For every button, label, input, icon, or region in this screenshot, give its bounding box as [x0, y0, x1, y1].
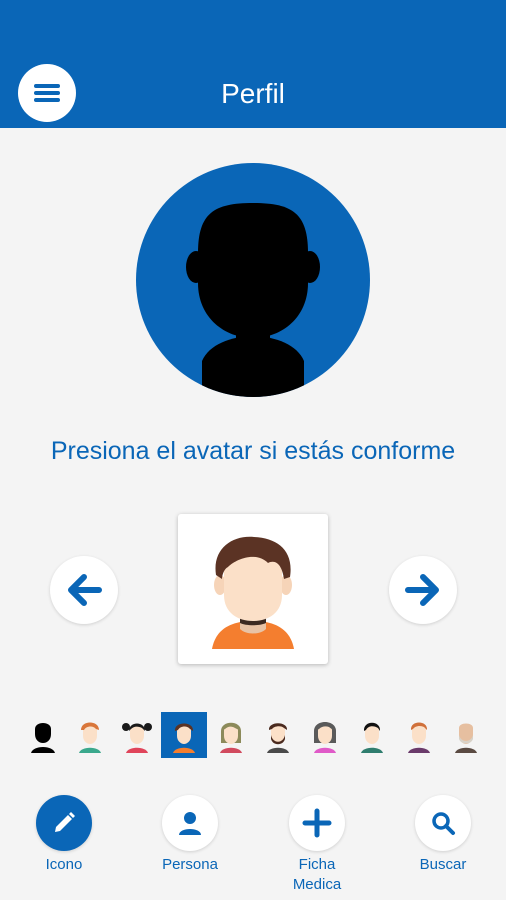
bald-man-avatar-icon	[455, 723, 477, 753]
man-black-hair-avatar-icon	[361, 722, 383, 753]
search-icon	[432, 812, 455, 835]
avatar-option-bald-man[interactable]	[443, 712, 489, 758]
nav-item-buscar[interactable]: Buscar	[393, 795, 493, 875]
pencil-icon	[55, 812, 75, 832]
profile-avatar[interactable]	[136, 163, 370, 397]
nav-item-icono[interactable]: Icono	[14, 795, 114, 875]
avatar-option-girl-black-pigtails[interactable]	[114, 712, 160, 758]
avatar-option-man-black-hair[interactable]	[349, 712, 395, 758]
nav-label-ficha-medica: Ficha Medica	[292, 856, 342, 893]
girl-black-pigtails-avatar-icon	[122, 723, 152, 753]
instruction-text: Presiona el avatar si estás conforme	[50, 437, 456, 465]
page-title: Perfil	[221, 78, 285, 109]
nav-label-persona: Persona	[162, 856, 218, 873]
nav-ficha-medica-button[interactable]	[289, 795, 345, 851]
boy-orange-hair-avatar-icon	[79, 722, 101, 753]
nav-item-ficha-medica[interactable]: Ficha Medica	[267, 795, 367, 895]
silhouette-avatar-icon	[31, 723, 55, 753]
app-header: Perfil	[0, 0, 506, 128]
bottom-navigation: Icono Persona Ficha Medica Buscar	[0, 795, 506, 900]
nav-persona-button[interactable]	[162, 795, 218, 851]
plus-icon	[302, 808, 332, 838]
man-beard-avatar-icon	[267, 723, 289, 753]
avatar-option-man-ginger[interactable]	[396, 712, 442, 758]
avatar-option-woman-gray-hair[interactable]	[302, 712, 348, 758]
boy-brown-hair-avatar-icon	[212, 536, 294, 649]
nav-label-buscar: Buscar	[419, 856, 467, 873]
arrow-right-icon	[405, 574, 439, 606]
person-icon	[179, 812, 201, 835]
avatar-preview[interactable]	[178, 514, 328, 664]
avatar-option-man-beard[interactable]	[255, 712, 301, 758]
nav-buscar-button[interactable]	[415, 795, 471, 851]
avatar-option-silhouette[interactable]	[20, 712, 66, 758]
silhouette-avatar-icon	[186, 203, 320, 397]
arrow-left-icon	[68, 574, 102, 606]
woman-gray-hair-avatar-icon	[314, 722, 336, 753]
nav-label-icono: Icono	[45, 856, 83, 873]
avatar-option-woman-khaki-hair[interactable]	[208, 712, 254, 758]
nav-item-persona[interactable]: Persona	[140, 795, 240, 875]
man-ginger-avatar-icon	[408, 722, 430, 753]
next-avatar-button[interactable]	[389, 556, 457, 624]
previous-avatar-button[interactable]	[50, 556, 118, 624]
nav-icono-button[interactable]	[36, 795, 92, 851]
avatar-option-boy-brown-hair[interactable]	[161, 712, 207, 758]
woman-khaki-hair-avatar-icon	[220, 722, 242, 753]
boy-brown-hair-avatar-icon	[173, 723, 195, 753]
avatar-option-boy-orange-hair[interactable]	[67, 712, 113, 758]
avatar-picker-strip	[20, 712, 490, 758]
